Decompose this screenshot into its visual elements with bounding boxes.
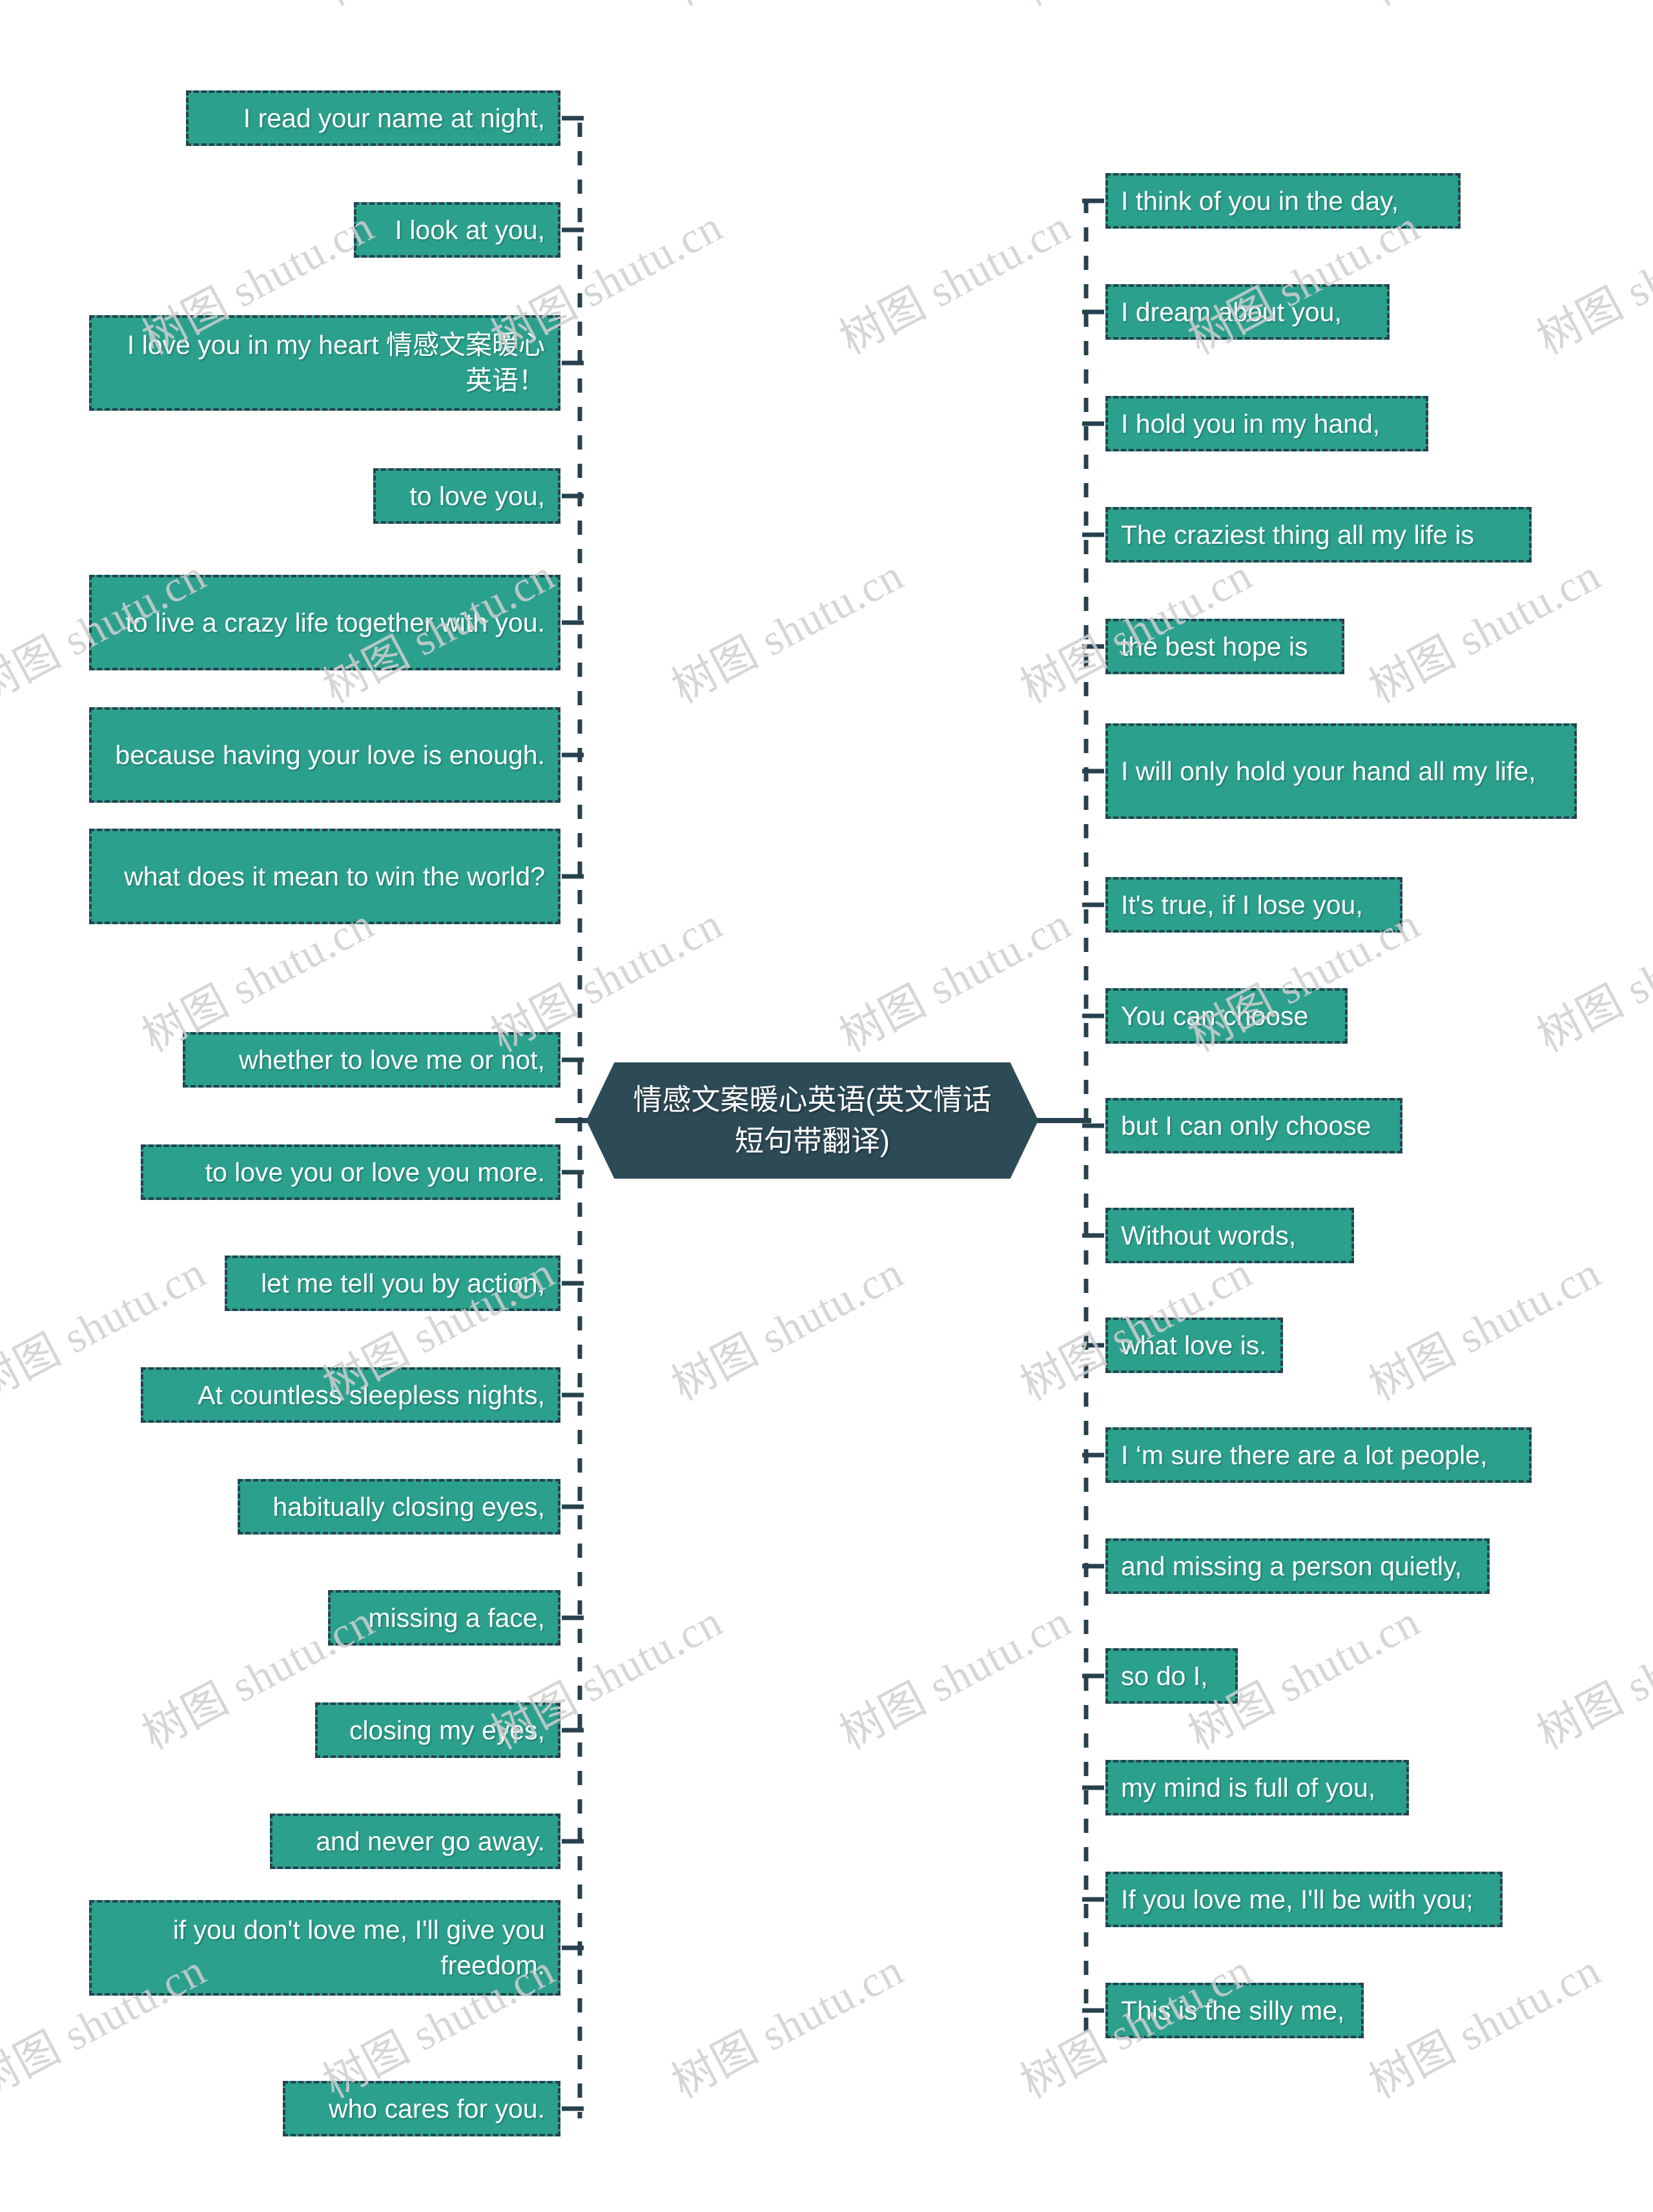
mindmap-node-right-15[interactable]: my mind is full of you, bbox=[1105, 1760, 1409, 1815]
mindmap-node-right-7[interactable]: It's true, if I lose you, bbox=[1105, 877, 1402, 933]
mindmap-node-label: It's true, if I lose you, bbox=[1121, 889, 1363, 920]
mindmap-node-right-12[interactable]: I ‘m sure there are a lot people, bbox=[1105, 1427, 1532, 1483]
mindmap-node-right-9[interactable]: but I can only choose bbox=[1105, 1098, 1402, 1153]
mindmap-node-label: so do I, bbox=[1121, 1660, 1208, 1691]
mindmap-node-left-14[interactable]: closing my eyes, bbox=[315, 1702, 560, 1758]
mindmap-node-right-11[interactable]: what love is. bbox=[1105, 1318, 1283, 1373]
mindmap-node-label: if you don't love me, I'll give you free… bbox=[172, 1915, 545, 1980]
mindmap-node-left-17[interactable]: who cares for you. bbox=[283, 2081, 560, 2136]
mindmap-node-left-12[interactable]: habitually closing eyes, bbox=[238, 1479, 560, 1535]
mindmap-node-label: I hold you in my hand, bbox=[1121, 408, 1381, 439]
mindmap-node-label: what does it mean to win the world? bbox=[124, 861, 545, 891]
mindmap-node-label: who cares for you. bbox=[329, 2093, 545, 2124]
mindmap-node-label: I ‘m sure there are a lot people, bbox=[1121, 1440, 1488, 1470]
mindmap-node-label: missing a face, bbox=[368, 1602, 545, 1633]
mindmap-node-label: and never go away. bbox=[316, 1826, 545, 1856]
mindmap-node-label: I will only hold your hand all my life, bbox=[1121, 756, 1536, 786]
mindmap-canvas: 树图 shutu.cn 树图 shutu.cn 树图 shutu.cn 树图 shut… bbox=[0, 0, 1653, 2212]
mindmap-node-left-13[interactable]: missing a face, bbox=[328, 1590, 560, 1646]
mindmap-node-label: If you love me, I'll be with you; bbox=[1121, 1884, 1473, 1914]
mindmap-node-label: Without words, bbox=[1121, 1220, 1297, 1250]
mindmap-node-label: whether to love me or not, bbox=[238, 1044, 545, 1075]
mindmap-node-right-10[interactable]: Without words, bbox=[1105, 1208, 1354, 1263]
mindmap-node-label: let me tell you by action, bbox=[261, 1268, 545, 1298]
mindmap-node-label: I love you in my heart 情感文案暖心英语！ bbox=[127, 330, 545, 395]
mindmap-node-right-1[interactable]: I think of you in the day, bbox=[1105, 173, 1461, 229]
mindmap-node-label: the best hope is bbox=[1121, 631, 1308, 661]
mindmap-node-right-8[interactable]: You can choose bbox=[1105, 988, 1348, 1044]
mindmap-node-label: I dream about you, bbox=[1121, 296, 1342, 327]
mindmap-node-left-2[interactable]: I look at you, bbox=[354, 202, 560, 258]
root-node-label: 情感文案暖心英语(英文情话短句带翻译) bbox=[633, 1083, 992, 1157]
mindmap-node-label: what love is. bbox=[1121, 1330, 1267, 1360]
mindmap-node-right-13[interactable]: and missing a person quietly, bbox=[1105, 1538, 1490, 1594]
mindmap-node-label: At countless sleepless nights, bbox=[198, 1380, 545, 1410]
mindmap-node-left-3[interactable]: I love you in my heart 情感文案暖心英语！ bbox=[89, 315, 560, 411]
mindmap-node-label: I look at you, bbox=[395, 214, 545, 245]
mindmap-node-label: to love you, bbox=[409, 481, 545, 511]
mindmap-node-label: closing my eyes, bbox=[349, 1715, 545, 1745]
mindmap-node-label: to live a crazy life together with you. bbox=[125, 607, 545, 637]
mindmap-node-label: my mind is full of you, bbox=[1121, 1772, 1376, 1803]
mindmap-node-label: The craziest thing all my life is bbox=[1121, 519, 1474, 550]
mindmap-node-right-2[interactable]: I dream about you, bbox=[1105, 284, 1390, 340]
mindmap-node-label: because having your love is enough. bbox=[115, 739, 545, 770]
mindmap-node-left-8[interactable]: whether to love me or not, bbox=[183, 1032, 560, 1088]
mindmap-node-right-14[interactable]: so do I, bbox=[1105, 1648, 1238, 1704]
mindmap-node-left-10[interactable]: let me tell you by action, bbox=[225, 1256, 560, 1311]
mindmap-node-left-7[interactable]: what does it mean to win the world? bbox=[89, 829, 560, 924]
mindmap-node-label: habitually closing eyes, bbox=[272, 1491, 545, 1522]
mindmap-node-label: I read your name at night, bbox=[243, 103, 545, 133]
mindmap-node-right-6[interactable]: I will only hold your hand all my life, bbox=[1105, 723, 1577, 819]
mindmap-node-right-4[interactable]: The craziest thing all my life is bbox=[1105, 507, 1532, 563]
mindmap-node-label: You can choose bbox=[1121, 1000, 1309, 1031]
mindmap-node-left-6[interactable]: because having your love is enough. bbox=[89, 707, 560, 803]
mindmap-node-left-16[interactable]: if you don't love me, I'll give you free… bbox=[89, 1900, 560, 1996]
root-node[interactable]: 情感文案暖心英语(英文情话短句带翻译) bbox=[586, 1062, 1038, 1179]
mindmap-node-right-17[interactable]: This is the silly me, bbox=[1105, 1983, 1364, 2038]
mindmap-node-right-3[interactable]: I hold you in my hand, bbox=[1105, 396, 1428, 451]
mindmap-node-label: but I can only choose bbox=[1121, 1110, 1371, 1141]
mindmap-node-left-15[interactable]: and never go away. bbox=[270, 1814, 560, 1869]
mindmap-node-label: I think of you in the day, bbox=[1121, 185, 1399, 216]
mindmap-node-label: and missing a person quietly, bbox=[1121, 1551, 1462, 1581]
mindmap-node-left-4[interactable]: to love you, bbox=[373, 468, 560, 524]
mindmap-node-label: to love you or love you more. bbox=[205, 1157, 545, 1187]
mindmap-node-right-5[interactable]: the best hope is bbox=[1105, 619, 1344, 674]
mindmap-node-left-9[interactable]: to love you or love you more. bbox=[141, 1144, 560, 1200]
mindmap-node-left-1[interactable]: I read your name at night, bbox=[186, 90, 560, 146]
mindmap-node-right-16[interactable]: If you love me, I'll be with you; bbox=[1105, 1872, 1503, 1927]
mindmap-node-label: This is the silly me, bbox=[1121, 1995, 1345, 2025]
mindmap-node-left-11[interactable]: At countless sleepless nights, bbox=[141, 1367, 560, 1423]
mindmap-node-left-5[interactable]: to live a crazy life together with you. bbox=[89, 575, 560, 670]
